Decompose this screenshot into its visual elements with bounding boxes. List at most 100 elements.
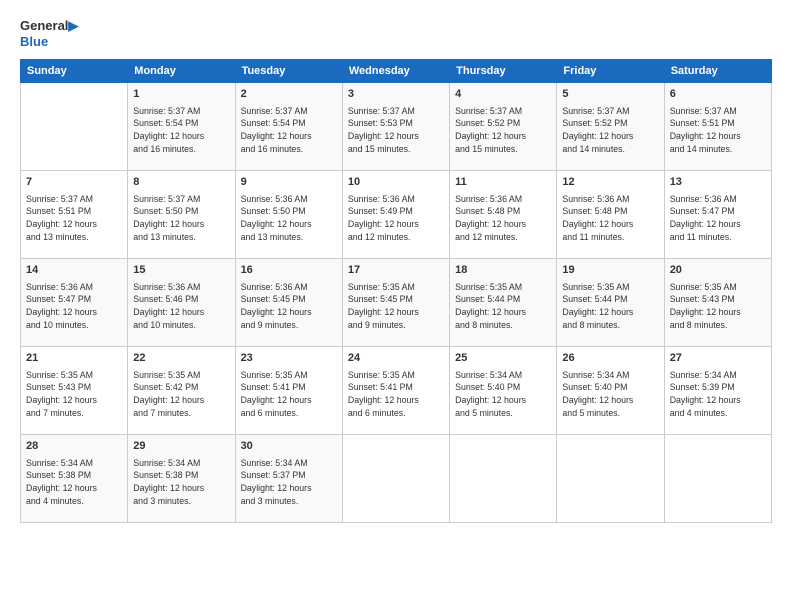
day-number: 2 (241, 87, 337, 102)
day-info: Sunrise: 5:34 AMSunset: 5:38 PMDaylight:… (133, 457, 229, 508)
day-info: Sunrise: 5:34 AMSunset: 5:37 PMDaylight:… (241, 457, 337, 508)
day-cell (450, 435, 557, 523)
day-number: 8 (133, 175, 229, 190)
day-number: 5 (562, 87, 658, 102)
day-number: 19 (562, 263, 658, 278)
day-cell (342, 435, 449, 523)
day-cell: 10 Sunrise: 5:36 AMSunset: 5:49 PMDayligh… (342, 171, 449, 259)
day-cell (21, 83, 128, 171)
day-info: Sunrise: 5:35 AMSunset: 5:41 PMDaylight:… (348, 369, 444, 420)
day-number: 26 (562, 351, 658, 366)
day-cell: 28 Sunrise: 5:34 AMSunset: 5:38 PMDayligh… (21, 435, 128, 523)
day-info: Sunrise: 5:36 AMSunset: 5:48 PMDaylight:… (455, 193, 551, 244)
day-number: 18 (455, 263, 551, 278)
header-row: SundayMondayTuesdayWednesdayThursdayFrid… (21, 60, 772, 83)
day-info: Sunrise: 5:36 AMSunset: 5:50 PMDaylight:… (241, 193, 337, 244)
day-info: Sunrise: 5:37 AMSunset: 5:51 PMDaylight:… (26, 193, 122, 244)
day-cell: 18 Sunrise: 5:35 AMSunset: 5:44 PMDayligh… (450, 259, 557, 347)
day-cell: 14Sunrise: 5:36 AMSunset: 5:47 PMDayligh… (21, 259, 128, 347)
day-cell: 9 Sunrise: 5:36 AMSunset: 5:50 PMDaylight… (235, 171, 342, 259)
day-info: Sunrise: 5:37 AMSunset: 5:51 PMDaylight:… (670, 105, 766, 156)
day-number: 27 (670, 351, 766, 366)
day-number: 12 (562, 175, 658, 190)
day-number: 15 (133, 263, 229, 278)
day-number: 13 (670, 175, 766, 190)
day-cell: 26 Sunrise: 5:34 AMSunset: 5:40 PMDayligh… (557, 347, 664, 435)
day-number: 24 (348, 351, 444, 366)
day-info: Sunrise: 5:37 AMSunset: 5:53 PMDaylight:… (348, 105, 444, 156)
day-number: 17 (348, 263, 444, 278)
day-info: Sunrise: 5:37 AMSunset: 5:50 PMDaylight:… (133, 193, 229, 244)
header-cell-wednesday: Wednesday (342, 60, 449, 83)
day-number: 16 (241, 263, 337, 278)
day-info: Sunrise: 5:36 AMSunset: 5:47 PMDaylight:… (670, 193, 766, 244)
day-info: Sunrise: 5:34 AMSunset: 5:39 PMDaylight:… (670, 369, 766, 420)
day-cell: 7 Sunrise: 5:37 AMSunset: 5:51 PMDaylight… (21, 171, 128, 259)
day-cell: 20 Sunrise: 5:35 AMSunset: 5:43 PMDayligh… (664, 259, 771, 347)
day-info: Sunrise: 5:36 AMSunset: 5:46 PMDaylight:… (133, 281, 229, 332)
day-info: Sunrise: 5:34 AMSunset: 5:40 PMDaylight:… (562, 369, 658, 420)
day-number: 1 (133, 87, 229, 102)
day-cell: 6 Sunrise: 5:37 AMSunset: 5:51 PMDaylight… (664, 83, 771, 171)
day-number: 9 (241, 175, 337, 190)
day-number: 30 (241, 439, 337, 454)
day-number: 28 (26, 439, 122, 454)
day-number: 3 (348, 87, 444, 102)
calendar-header: SundayMondayTuesdayWednesdayThursdayFrid… (21, 60, 772, 83)
day-number: 7 (26, 175, 122, 190)
header-cell-sunday: Sunday (21, 60, 128, 83)
day-info: Sunrise: 5:36 AMSunset: 5:45 PMDaylight:… (241, 281, 337, 332)
day-cell: 29 Sunrise: 5:34 AMSunset: 5:38 PMDayligh… (128, 435, 235, 523)
day-info: Sunrise: 5:37 AMSunset: 5:52 PMDaylight:… (562, 105, 658, 156)
header-cell-friday: Friday (557, 60, 664, 83)
day-number: 21 (26, 351, 122, 366)
day-info: Sunrise: 5:34 AMSunset: 5:38 PMDaylight:… (26, 457, 122, 508)
week-row-5: 28 Sunrise: 5:34 AMSunset: 5:38 PMDayligh… (21, 435, 772, 523)
week-row-3: 14Sunrise: 5:36 AMSunset: 5:47 PMDayligh… (21, 259, 772, 347)
header-cell-monday: Monday (128, 60, 235, 83)
day-info: Sunrise: 5:37 AMSunset: 5:52 PMDaylight:… (455, 105, 551, 156)
day-cell: 22 Sunrise: 5:35 AMSunset: 5:42 PMDayligh… (128, 347, 235, 435)
day-number: 4 (455, 87, 551, 102)
day-cell (557, 435, 664, 523)
day-cell (664, 435, 771, 523)
header-cell-tuesday: Tuesday (235, 60, 342, 83)
page: General▶ Blue SundayMondayTuesdayWednesd… (0, 0, 792, 612)
day-info: Sunrise: 5:35 AMSunset: 5:43 PMDaylight:… (26, 369, 122, 420)
day-cell: 3 Sunrise: 5:37 AMSunset: 5:53 PMDaylight… (342, 83, 449, 171)
day-cell: 16 Sunrise: 5:36 AMSunset: 5:45 PMDayligh… (235, 259, 342, 347)
day-info: Sunrise: 5:36 AMSunset: 5:48 PMDaylight:… (562, 193, 658, 244)
day-info: Sunrise: 5:35 AMSunset: 5:44 PMDaylight:… (455, 281, 551, 332)
day-number: 20 (670, 263, 766, 278)
day-info: Sunrise: 5:36 AMSunset: 5:49 PMDaylight:… (348, 193, 444, 244)
day-number: 6 (670, 87, 766, 102)
header-cell-thursday: Thursday (450, 60, 557, 83)
day-number: 25 (455, 351, 551, 366)
day-cell: 15 Sunrise: 5:36 AMSunset: 5:46 PMDayligh… (128, 259, 235, 347)
day-cell: 21 Sunrise: 5:35 AMSunset: 5:43 PMDayligh… (21, 347, 128, 435)
day-number: 29 (133, 439, 229, 454)
day-number: 11 (455, 175, 551, 190)
day-cell: 2Sunrise: 5:37 AMSunset: 5:54 PMDaylight… (235, 83, 342, 171)
calendar-body: 1 Sunrise: 5:37 AMSunset: 5:54 PMDaylight… (21, 83, 772, 523)
header: General▶ Blue (20, 18, 772, 49)
day-cell: 5 Sunrise: 5:37 AMSunset: 5:52 PMDaylight… (557, 83, 664, 171)
week-row-1: 1 Sunrise: 5:37 AMSunset: 5:54 PMDaylight… (21, 83, 772, 171)
day-info: Sunrise: 5:35 AMSunset: 5:43 PMDaylight:… (670, 281, 766, 332)
day-info: Sunrise: 5:37 AMSunset: 5:54 PMDaylight:… (133, 105, 229, 156)
day-number: 10 (348, 175, 444, 190)
day-cell: 25 Sunrise: 5:34 AMSunset: 5:40 PMDayligh… (450, 347, 557, 435)
day-cell: 27 Sunrise: 5:34 AMSunset: 5:39 PMDayligh… (664, 347, 771, 435)
day-cell: 30 Sunrise: 5:34 AMSunset: 5:37 PMDayligh… (235, 435, 342, 523)
day-info: Sunrise: 5:36 AMSunset: 5:47 PMDaylight:… (26, 281, 122, 332)
day-info: Sunrise: 5:34 AMSunset: 5:40 PMDaylight:… (455, 369, 551, 420)
day-cell: 1 Sunrise: 5:37 AMSunset: 5:54 PMDaylight… (128, 83, 235, 171)
day-info: Sunrise: 5:35 AMSunset: 5:42 PMDaylight:… (133, 369, 229, 420)
logo-blue: Blue (20, 34, 78, 50)
day-info: Sunrise: 5:35 AMSunset: 5:45 PMDaylight:… (348, 281, 444, 332)
day-cell: 13 Sunrise: 5:36 AMSunset: 5:47 PMDayligh… (664, 171, 771, 259)
day-number: 22 (133, 351, 229, 366)
day-number: 23 (241, 351, 337, 366)
day-info: Sunrise: 5:35 AMSunset: 5:44 PMDaylight:… (562, 281, 658, 332)
day-cell: 8 Sunrise: 5:37 AMSunset: 5:50 PMDaylight… (128, 171, 235, 259)
